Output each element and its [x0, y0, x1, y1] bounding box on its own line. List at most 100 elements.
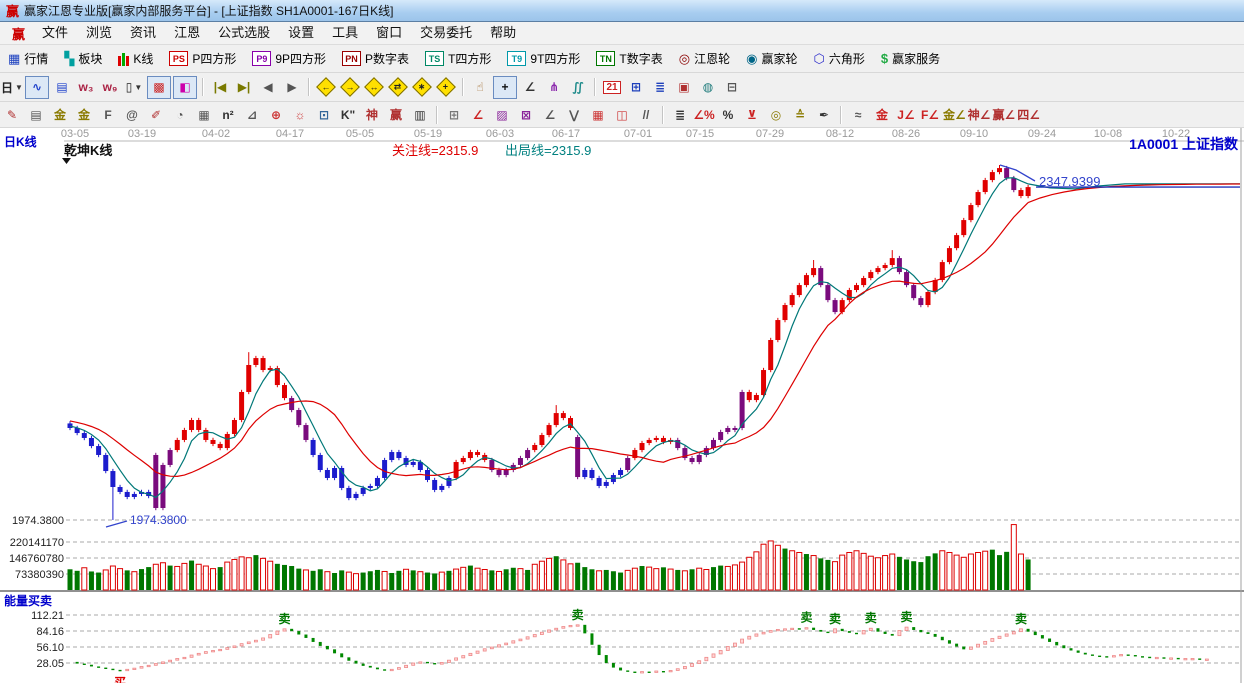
red-grid-2-button[interactable]: ◫ — [611, 104, 633, 125]
zigzag-wave-tool-button[interactable]: ∿ — [25, 75, 49, 99]
angle-mirror-button[interactable]: ⊿ — [241, 104, 263, 125]
menu-item-5[interactable]: 设置 — [279, 22, 323, 44]
menu-item-2[interactable]: 资讯 — [121, 22, 165, 44]
shen-fence-button[interactable]: 神 — [361, 104, 383, 125]
diamond-zoom-out-button[interactable]: ∗ — [411, 77, 433, 98]
period-day-dropdown-button[interactable]: 日 ▼ — [1, 77, 23, 98]
comb-grid-button[interactable]: ▤ — [25, 104, 47, 125]
box-rays-button[interactable]: ▨ — [491, 104, 513, 125]
ladder-tool-button[interactable]: ≣ — [669, 104, 691, 125]
spiral-tool-button[interactable]: @ — [121, 104, 143, 125]
gold-circle-button[interactable]: ◎ — [765, 104, 787, 125]
red-grid-button[interactable]: ▦ — [587, 104, 609, 125]
toolbar-t-square-button[interactable]: TS T四方形 — [417, 45, 499, 72]
menu-item-4[interactable]: 公式选股 — [209, 22, 279, 44]
diamond-expand-button[interactable]: ↔ — [363, 77, 385, 98]
gold-bars-button[interactable]: ≙ — [789, 104, 811, 125]
web-link-icon: ◍ — [702, 80, 714, 94]
trend-line-tool-button[interactable]: ∠ — [519, 77, 541, 98]
menu-item-8[interactable]: 交易委托 — [411, 22, 481, 44]
toolbar-winner-wheel-button[interactable]: ◉ 赢家轮 — [738, 45, 805, 72]
thin-rays-button[interactable]: ∠ — [539, 104, 561, 125]
percent-line-button[interactable]: ⊻ — [741, 104, 763, 125]
menu-item-6[interactable]: 工具 — [323, 22, 367, 44]
slant-lines-button[interactable]: // — [635, 104, 657, 125]
toolbar-gann-wheel-button[interactable]: ◎ 江恩轮 — [671, 45, 738, 72]
toolbar-p-square-button[interactable]: PS P四方形 — [161, 45, 244, 72]
calendar-21-button[interactable]: 21 — [601, 77, 623, 98]
wave-ruler-tool-button[interactable]: ∬ — [567, 77, 589, 98]
wave-9-tool-button[interactable]: w₉ — [99, 77, 121, 98]
ying-fence-button[interactable]: 赢 — [385, 104, 407, 125]
print-button[interactable]: ⊟ — [721, 77, 743, 98]
toolbar-sectors-button[interactable]: ▚ 板块 — [56, 45, 110, 72]
red-rays-button[interactable]: ∠ — [467, 104, 489, 125]
j-angle-button[interactable]: J∠ — [895, 104, 917, 125]
hand-tool-button[interactable]: ☝ — [469, 77, 491, 98]
box-rays-2-button[interactable]: ⊠ — [515, 104, 537, 125]
date-tick-13: 09-10 — [960, 128, 988, 140]
toolbar-kline-button[interactable]: K线 — [110, 45, 161, 72]
menu-item-9[interactable]: 帮助 — [481, 22, 525, 44]
square-target-button[interactable]: ⊡ — [313, 104, 335, 125]
volume-profile-tool-button[interactable]: ◧ — [173, 75, 197, 99]
toolbar-p-number-table-button[interactable]: PN P数字表 — [334, 45, 417, 72]
k-quote-button[interactable]: K" — [337, 104, 359, 125]
circle-cross-button[interactable]: ⊕ — [265, 104, 287, 125]
low-annotation-label: 1974.3800 — [130, 513, 187, 527]
ying-angle-button[interactable]: 赢∠ — [993, 104, 1016, 125]
notes-button[interactable]: ≣ — [649, 77, 671, 98]
shen-angle-button[interactable]: 神∠ — [968, 104, 991, 125]
menu-item-0[interactable]: 文件 — [33, 22, 77, 44]
gold-underline-button[interactable]: 金 — [871, 104, 893, 125]
percent-tool-button[interactable]: % — [717, 104, 739, 125]
diamond-shift-left-button[interactable]: ← — [315, 77, 337, 98]
check-wave-button[interactable]: ⋁ — [563, 104, 585, 125]
crosshair-tool-button[interactable]: + — [493, 75, 517, 99]
diamond-compress-button[interactable]: ⇄ — [387, 77, 409, 98]
goto-last-button[interactable]: ▶| — [233, 77, 255, 98]
page-next-button[interactable]: ▶ — [281, 77, 303, 98]
circle-grid-button[interactable]: ◔ — [169, 104, 191, 125]
n2-grid-button[interactable]: n² — [217, 104, 239, 125]
kline-chart[interactable]: 03-05 03-19 04-02 04-17 05-05 05-19 06-03 06-17… — [0, 128, 1244, 683]
toolbar-winner-service-button[interactable]: $ 赢家服务 — [873, 45, 948, 72]
frame-tool-button[interactable]: ⊞ — [443, 104, 465, 125]
candle-style-dropdown-button[interactable]: ▯ ▼ — [123, 77, 145, 98]
toolbar-9p-square-button[interactable]: P9 9P四方形 — [244, 45, 334, 72]
gold-fence-2-button[interactable]: 金 — [73, 104, 95, 125]
gann-pattern-tool-button[interactable]: ▩ — [147, 75, 171, 99]
menu-item-1[interactable]: 浏览 — [77, 22, 121, 44]
pen-grid-button[interactable]: ✐ — [145, 104, 167, 125]
menu-item-3[interactable]: 江恩 — [165, 22, 209, 44]
wave-box-button[interactable]: ≈ — [847, 104, 869, 125]
percent-angle-button[interactable]: ∠% — [693, 104, 715, 125]
f-angle-button[interactable]: F∠ — [919, 104, 941, 125]
si-angle-button[interactable]: 四∠ — [1017, 104, 1040, 125]
page-prev-button[interactable]: ◀ — [257, 77, 279, 98]
circle-cross-icon: ⊕ — [270, 107, 282, 122]
toolbar-t-number-table-button[interactable]: TN T数字表 — [588, 45, 670, 72]
toolbar-hexagon-button[interactable]: ⬡ 六角形 — [805, 45, 872, 72]
save-button[interactable]: ▣ — [673, 77, 695, 98]
toolbar-quotes-button[interactable]: ▦ 行情 — [0, 45, 56, 72]
ink-pen-button[interactable]: ✒ — [813, 104, 835, 125]
star-circle-button[interactable]: ☼ — [289, 104, 311, 125]
wave-3-tool-button[interactable]: w₃ — [75, 77, 97, 98]
web-link-button[interactable]: ◍ — [697, 77, 719, 98]
gann-fan-tool-button[interactable]: ⋔ — [543, 77, 565, 98]
diamond-shift-right-button[interactable]: → — [339, 77, 361, 98]
fence-grid-button[interactable]: ▦ — [193, 104, 215, 125]
brush-tool-button[interactable]: ✎ — [1, 104, 23, 125]
menu-item-7[interactable]: 窗口 — [367, 22, 411, 44]
diamond-zoom-all-button[interactable]: + — [435, 77, 457, 98]
f-fence-button[interactable]: F — [97, 104, 119, 125]
ruler-123-button[interactable]: ▥ — [409, 104, 431, 125]
calculator-button[interactable]: ⊞ — [625, 77, 647, 98]
goto-first-button[interactable]: |◀ — [209, 77, 231, 98]
info-panel-button[interactable]: ▤ — [51, 77, 73, 98]
gold-fence-1-button[interactable]: 金 — [49, 104, 71, 125]
spiral-tool-icon: @ — [126, 107, 138, 122]
gold-angle-button[interactable]: 金∠ — [943, 104, 966, 125]
toolbar-9t-square-button[interactable]: T9 9T四方形 — [499, 45, 588, 72]
